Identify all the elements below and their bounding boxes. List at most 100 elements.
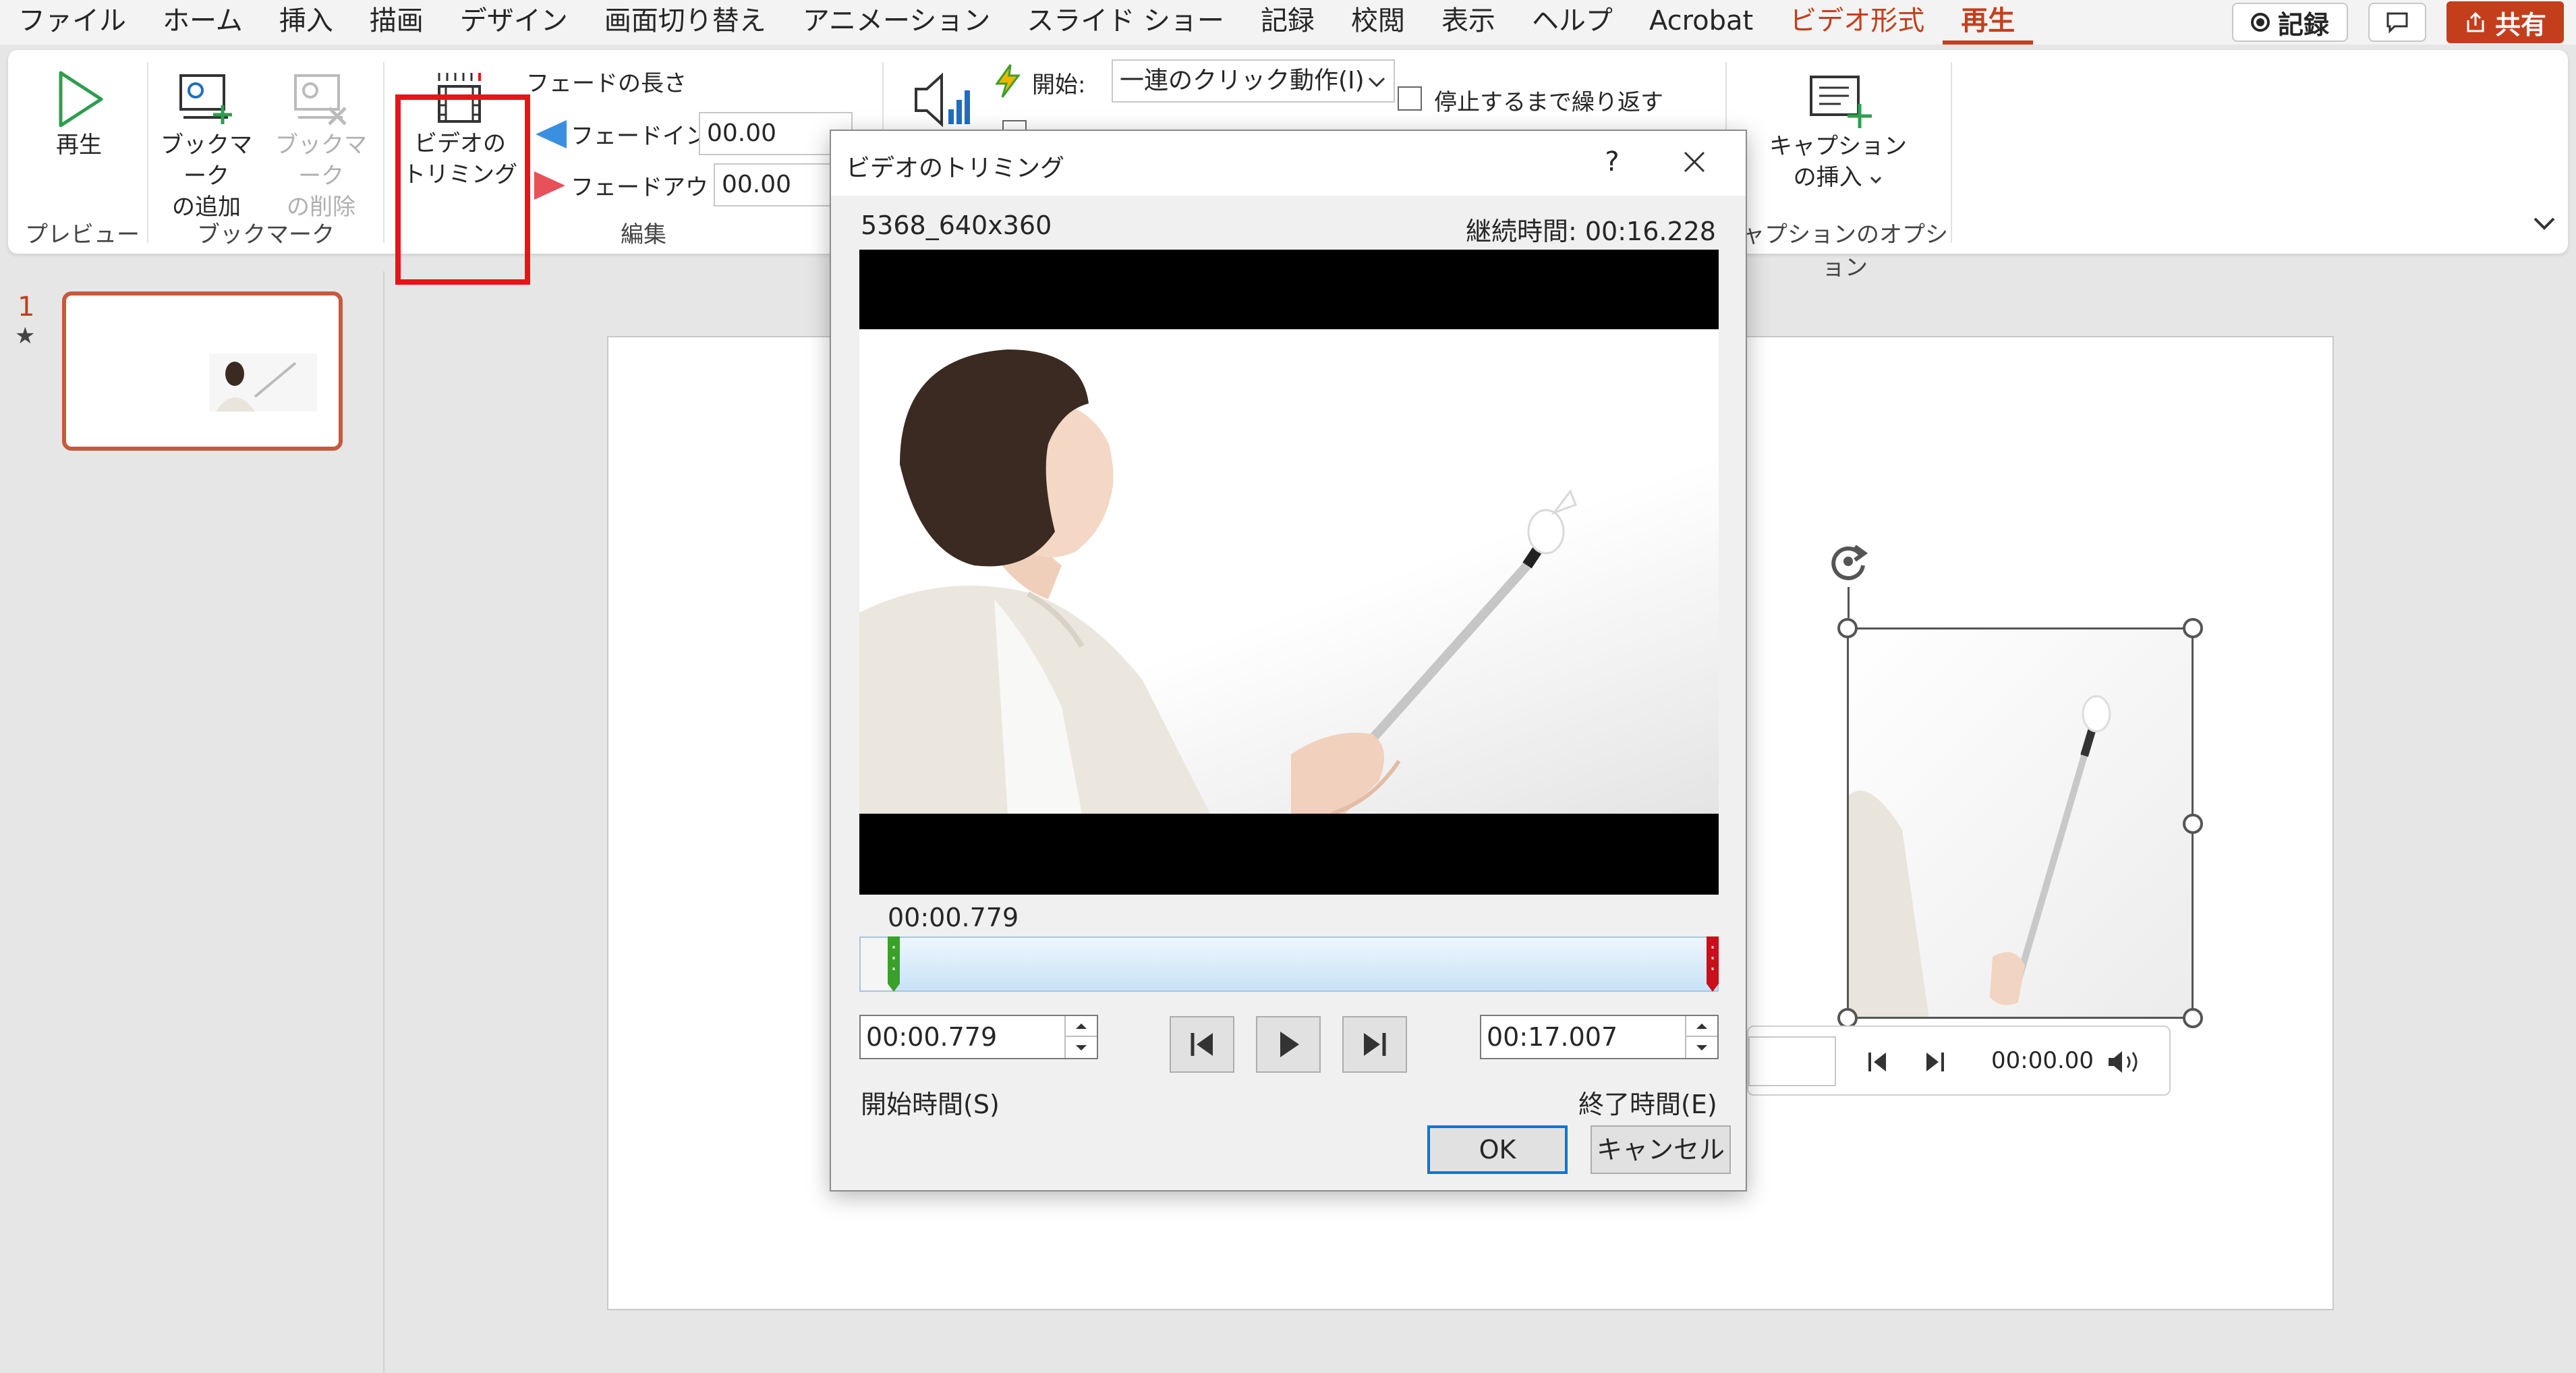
end-time-value: 00:17.007 — [1487, 1022, 1618, 1052]
previous-frame-button[interactable] — [1170, 1016, 1234, 1073]
triangle-down-icon — [1076, 1044, 1087, 1050]
tab-file[interactable]: ファイル — [0, 0, 144, 45]
end-time-spinner[interactable] — [1685, 1016, 1717, 1058]
step-back-icon[interactable] — [1864, 1048, 1891, 1075]
resize-handle[interactable] — [2183, 1008, 2203, 1028]
spin-down-button[interactable] — [1686, 1037, 1717, 1058]
add-bookmark-icon — [179, 74, 232, 124]
end-time-input[interactable]: 00:17.007 — [1480, 1015, 1719, 1059]
tab-home[interactable]: ホーム — [144, 0, 261, 45]
start-trim-marker[interactable] — [886, 936, 901, 992]
tab-record[interactable]: 記録 — [1242, 0, 1333, 45]
tab-view[interactable]: 表示 — [1423, 0, 1514, 45]
tab-draw[interactable]: 描画 — [351, 0, 442, 45]
remove-bookmark-button[interactable]: ブックマーク の削除 — [266, 63, 376, 221]
rotate-handle-stem — [1848, 587, 1850, 618]
current-time: 00:00.779 — [888, 903, 1019, 932]
video-person-image — [859, 349, 1577, 814]
trim-timeline[interactable] — [859, 936, 1719, 992]
group-separator — [383, 62, 384, 243]
start-time-label: 開始時間(S) — [861, 1090, 1000, 1119]
spin-down-button[interactable] — [1066, 1037, 1097, 1058]
insert-caption-icon — [1810, 76, 1872, 128]
close-button[interactable] — [1674, 142, 1715, 182]
start-icon — [995, 64, 1021, 98]
video-frame-image — [859, 329, 1719, 814]
triangle-up-icon — [1696, 1023, 1707, 1029]
share-icon — [2467, 11, 2484, 32]
tab-insert[interactable]: 挿入 — [261, 0, 351, 45]
share-label: 共有 — [2494, 9, 2546, 40]
trim-highlight-box — [395, 94, 530, 285]
resize-handle[interactable] — [1837, 618, 1858, 638]
resize-handle[interactable] — [2183, 814, 2203, 834]
tab-animations[interactable]: アニメーション — [784, 0, 1008, 45]
play-button[interactable]: 再生 — [22, 63, 136, 198]
comment-icon — [2386, 12, 2408, 34]
step-forward-icon[interactable] — [1921, 1048, 1948, 1075]
start-value: 一連のクリック動作(I) — [1120, 67, 1365, 94]
rotate-icon[interactable] — [1821, 534, 1875, 588]
group-label-preview: プレビュー — [25, 221, 140, 248]
fade-out-icon — [534, 171, 565, 200]
tab-review[interactable]: 校閲 — [1333, 0, 1423, 45]
collapse-ribbon-icon[interactable] — [2531, 215, 2558, 233]
tab-transitions[interactable]: 画面切り替え — [586, 0, 784, 45]
video-duration: 継続時間: 00:16.228 — [1465, 217, 1716, 246]
volume-icon[interactable] — [912, 67, 973, 132]
cancel-button[interactable]: キャンセル — [1591, 1125, 1731, 1174]
start-time-input[interactable]: 00:00.779 — [859, 1015, 1098, 1059]
add-bookmark-button[interactable]: ブックマーク の追加 — [151, 63, 262, 221]
group-separator — [1951, 62, 1952, 243]
start-time-value: 00:00.779 — [866, 1022, 998, 1052]
spin-up-button[interactable] — [1066, 1016, 1097, 1037]
triangle-up-icon — [1076, 1023, 1087, 1029]
fade-duration-title: フェードの長さ — [526, 70, 687, 97]
selection-border — [1847, 627, 2194, 1019]
tab-slideshow[interactable]: スライド ショー — [1008, 0, 1242, 45]
play-icon — [59, 71, 103, 128]
trim-video-dialog: ビデオのトリミング ? 5368_640x360 継続時間: 00:16.228 — [830, 130, 1747, 1192]
share-button[interactable]: 共有 — [2446, 1, 2564, 43]
dialog-titlebar[interactable]: ビデオのトリミング ? — [831, 131, 1746, 196]
end-trim-marker[interactable] — [1705, 936, 1720, 992]
thumbnail-video-image — [209, 354, 317, 412]
record-button[interactable]: 記録 — [2231, 3, 2348, 42]
menu-bar: ファイル ホーム 挿入 描画 デザイン 画面切り替え アニメーション スライド … — [0, 0, 2576, 45]
help-button[interactable]: ? — [1592, 142, 1632, 182]
fade-out-value: 00.00 — [722, 171, 792, 198]
play-label: 再生 — [56, 132, 102, 159]
remove-bookmark-icon — [294, 74, 347, 125]
media-controls-bar: 00:00.00 — [1747, 1026, 2171, 1096]
record-icon — [2250, 13, 2270, 32]
add-bookmark-label-1: ブックマーク — [161, 132, 252, 190]
tab-design[interactable]: デザイン — [442, 0, 586, 45]
spin-up-button[interactable] — [1686, 1016, 1717, 1037]
loop-label: 停止するまで繰り返す — [1434, 89, 1663, 116]
tab-acrobat[interactable]: Acrobat — [1631, 0, 1771, 45]
slide-thumbnail[interactable] — [62, 291, 343, 451]
start-dropdown[interactable]: 一連のクリック動作(I) — [1112, 59, 1395, 103]
player-progress[interactable] — [1748, 1036, 1836, 1086]
resize-handle[interactable] — [2183, 618, 2203, 638]
fade-in-value: 00.00 — [707, 119, 777, 147]
loop-checkbox[interactable] — [1398, 86, 1422, 111]
tab-help[interactable]: ヘルプ — [1514, 0, 1631, 45]
group-separator — [147, 62, 148, 243]
video-preview[interactable] — [859, 250, 1719, 895]
start-time-spinner[interactable] — [1064, 1016, 1097, 1058]
comments-button[interactable] — [2368, 3, 2426, 42]
group-label-caption-options: ャプションのオプション — [1742, 221, 1948, 281]
tab-playback[interactable]: 再生 — [1943, 0, 2034, 45]
tab-video-format[interactable]: ビデオ形式 — [1771, 0, 1943, 45]
next-frame-button[interactable] — [1342, 1016, 1407, 1073]
insert-caption-label-1: キャプション — [1769, 133, 1907, 160]
fade-in-icon — [536, 120, 567, 148]
volume-icon[interactable] — [2106, 1048, 2141, 1075]
close-icon — [1684, 151, 1705, 173]
chevron-down-icon — [1870, 176, 1882, 184]
play-pause-button[interactable] — [1256, 1016, 1321, 1073]
insert-caption-button[interactable]: キャプション の挿入 — [1761, 66, 1916, 215]
ok-button[interactable]: OK — [1427, 1125, 1568, 1174]
next-frame-icon — [1364, 1033, 1386, 1056]
